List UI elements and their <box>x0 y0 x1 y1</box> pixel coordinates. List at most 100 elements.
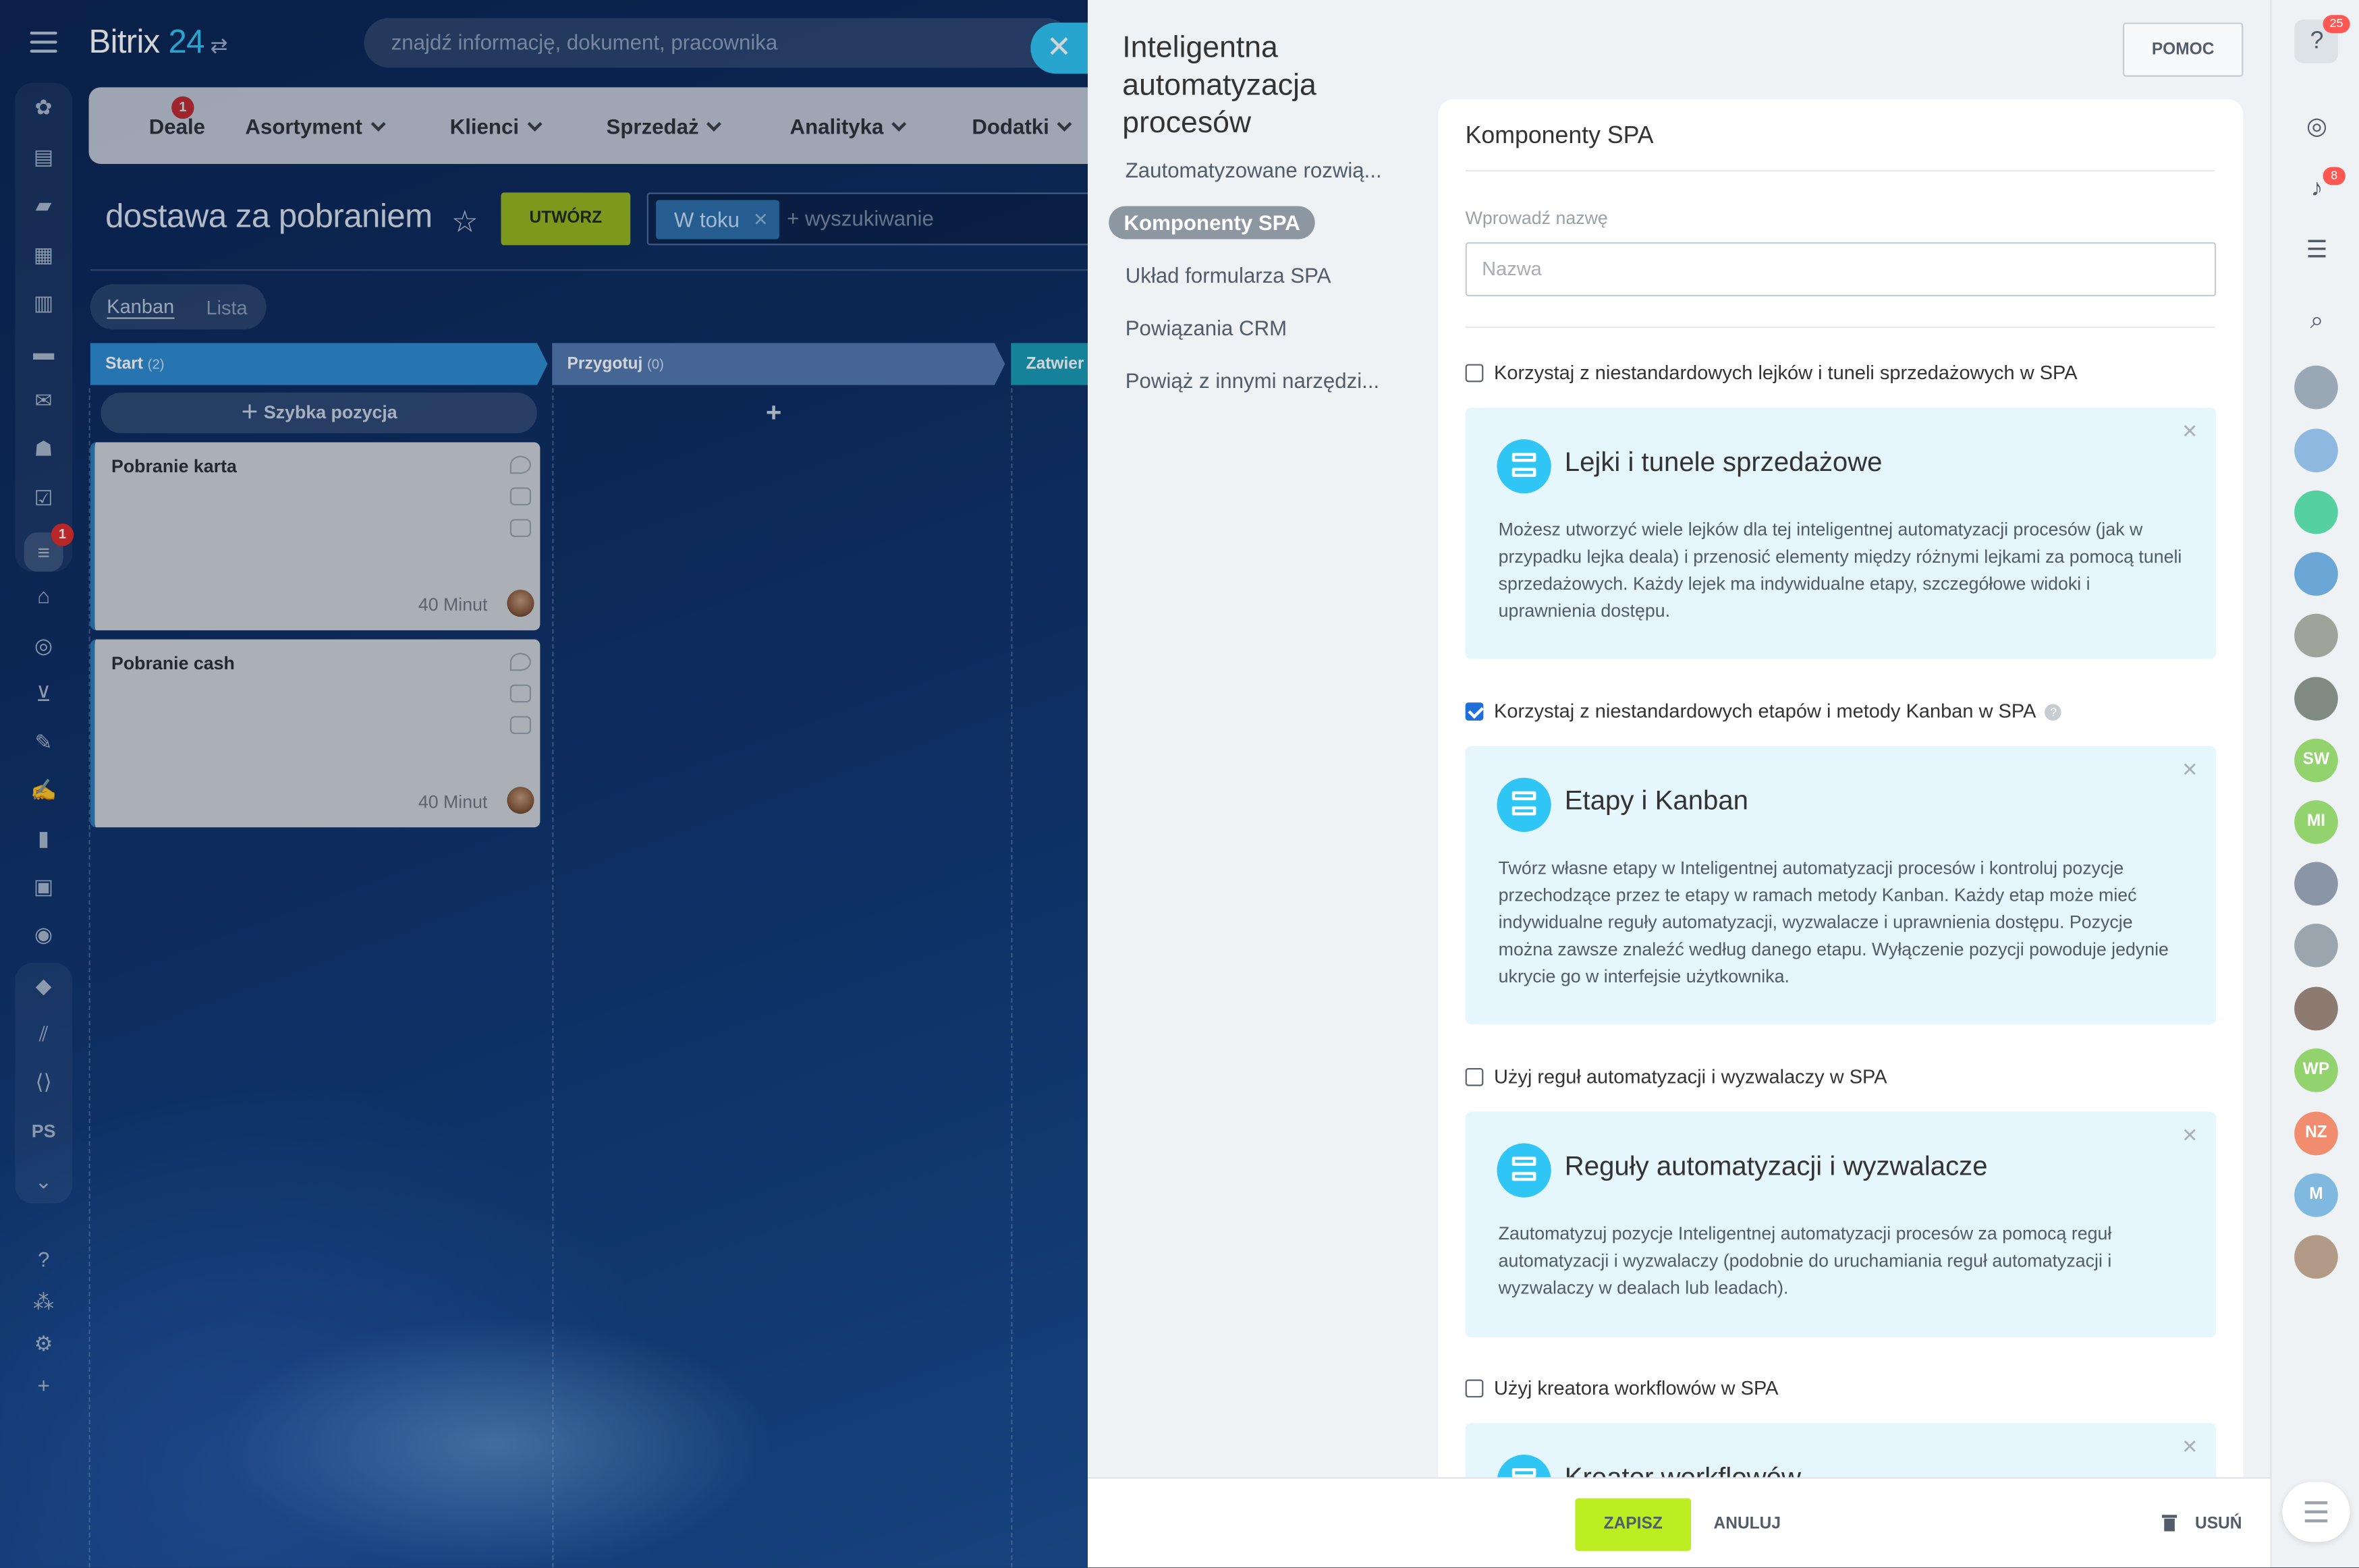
delete-button[interactable]: USUŃ <box>2195 1515 2242 1533</box>
chat-icon[interactable]: ▰ <box>30 191 57 218</box>
close-icon[interactable]: ✕ <box>2182 1124 2198 1148</box>
mail-icon[interactable]: ✉ <box>30 387 57 414</box>
phone-icon[interactable] <box>509 455 532 474</box>
kanban-card[interactable]: Pobranie cash 40 Minut <box>90 639 540 828</box>
menu-item-dodatki[interactable]: Dodatki <box>972 114 1073 138</box>
sitemap-icon[interactable]: ⁂ <box>30 1288 57 1315</box>
workflow-checkbox[interactable] <box>1465 1379 1484 1398</box>
market-icon[interactable]: ⫽ <box>30 1020 57 1047</box>
funnels-checkbox[interactable] <box>1465 364 1484 383</box>
avatar[interactable] <box>2294 677 2338 721</box>
feed-icon[interactable]: ✿ <box>30 93 57 120</box>
filter-search-input[interactable]: W toku ✕ + wyszukiwanie <box>646 192 1088 246</box>
close-icon[interactable]: ✕ <box>2182 420 2198 444</box>
box-icon[interactable]: ◆ <box>30 972 57 999</box>
avatar-m[interactable]: M <box>2294 1173 2338 1217</box>
nav-item-automated[interactable]: Zautomatyzowane rozwią... <box>1126 158 1382 182</box>
column-header-zatwier[interactable]: Zatwier <box>1011 343 1084 385</box>
trash-icon[interactable] <box>2161 1513 2177 1532</box>
target-icon[interactable]: ◎ <box>2302 113 2332 143</box>
avatar[interactable] <box>2294 428 2338 473</box>
close-icon[interactable]: ✕ <box>2182 1435 2198 1459</box>
robot-icon[interactable]: ◉ <box>30 921 57 948</box>
settings-icon[interactable]: ⚙ <box>30 1330 57 1357</box>
add-icon[interactable]: + <box>30 1372 57 1399</box>
code-icon[interactable]: ⟨⟩ <box>30 1068 57 1095</box>
stages-checkbox[interactable] <box>1465 702 1484 721</box>
shop-icon[interactable]: ⌂ <box>30 582 57 609</box>
comment-icon[interactable] <box>509 716 532 735</box>
global-search-input[interactable]: znajdź informację, dokument, pracownika <box>364 18 1072 68</box>
help-button[interactable]: POMOC <box>2122 22 2244 77</box>
group-icon[interactable]: ☗ <box>30 435 57 461</box>
automation-checkbox[interactable] <box>1465 1068 1484 1086</box>
quick-add-button[interactable]: ＋ Szybka pozycja <box>101 392 537 434</box>
nav-item-spa-components[interactable]: Komponenty SPA <box>1109 206 1316 240</box>
avatar[interactable] <box>2294 365 2338 410</box>
filter-tag[interactable]: W toku ✕ <box>656 200 779 240</box>
stages-label[interactable]: Korzystaj z niestandardowych etapów i me… <box>1494 700 2062 722</box>
edit-icon[interactable]: ✎ <box>30 728 57 755</box>
chart-icon[interactable]: ▮ <box>30 824 57 851</box>
mail-icon[interactable] <box>509 487 532 506</box>
nav-item-crm-links[interactable]: Powiązania CRM <box>1126 316 1287 340</box>
avatar[interactable] <box>2294 613 2338 658</box>
sign-icon[interactable]: ✍ <box>30 776 57 803</box>
avatar[interactable] <box>2294 862 2338 906</box>
ps-icon[interactable]: PS <box>30 1118 57 1145</box>
workflow-label[interactable]: Użyj kreatora workflowów w SPA <box>1494 1376 1778 1399</box>
chat-icon[interactable]: ☰ <box>2302 236 2332 267</box>
nav-item-form-layout[interactable]: Układ formularza SPA <box>1126 263 1331 287</box>
app-logo[interactable]: Bitrix 24 ⇄ <box>89 22 228 61</box>
column-header-przygotuj[interactable]: Przygotuj (0) <box>552 343 664 385</box>
column-header-start[interactable]: Start (2) <box>90 343 165 385</box>
add-item-icon[interactable]: + <box>766 397 781 429</box>
avatar[interactable] <box>507 590 534 617</box>
document-icon[interactable]: ▥ <box>30 289 57 316</box>
avatar[interactable] <box>2294 986 2338 1031</box>
phone-icon[interactable] <box>509 652 532 671</box>
view-kanban-tab[interactable]: Kanban <box>107 296 175 319</box>
name-input[interactable]: Nazwa <box>1465 242 2217 297</box>
menu-item-asortyment[interactable]: Asortyment <box>245 114 386 138</box>
avatar[interactable] <box>2294 1235 2338 1279</box>
mail-icon[interactable] <box>509 684 532 703</box>
cart-icon[interactable]: ⊻ <box>30 680 57 707</box>
view-list-tab[interactable]: Lista <box>206 296 247 318</box>
nav-item-other-tools[interactable]: Powiąż z innymi narzędzi... <box>1126 368 1379 393</box>
menu-item-klienci[interactable]: Klienci <box>450 114 543 138</box>
save-button[interactable]: ZAPISZ <box>1575 1498 1692 1551</box>
avatar[interactable] <box>2294 490 2338 534</box>
checkbox-icon[interactable]: ☑ <box>30 484 57 511</box>
avatar-sw[interactable]: SW <box>2294 738 2338 783</box>
chevron-down-icon[interactable]: ⌄ <box>30 1167 57 1194</box>
card-title[interactable]: Pobranie cash <box>111 653 235 674</box>
avatar-wp[interactable]: WP <box>2294 1048 2338 1092</box>
avatar[interactable] <box>2294 552 2338 596</box>
avatar[interactable] <box>507 787 534 814</box>
target-icon[interactable]: ◎ <box>30 632 57 659</box>
card-title[interactable]: Pobranie karta <box>111 456 237 477</box>
avatar[interactable] <box>2294 923 2338 968</box>
menu-item-sprzedaz[interactable]: Sprzedaż <box>607 114 723 138</box>
comment-icon[interactable] <box>509 519 532 537</box>
contact-card-icon[interactable]: ▣ <box>30 872 57 899</box>
avatar-mi[interactable]: MI <box>2294 800 2338 844</box>
star-icon[interactable]: ☆ <box>451 203 478 241</box>
drive-icon[interactable]: ▬ <box>30 339 57 366</box>
menu-item-analityka[interactable]: Analityka <box>790 114 907 138</box>
funnels-label[interactable]: Korzystaj z niestandardowych lejków i tu… <box>1494 361 2078 383</box>
kanban-card[interactable]: Pobranie karta 40 Minut <box>90 442 540 631</box>
cancel-button[interactable]: ANULUJ <box>1714 1515 1781 1533</box>
close-icon[interactable]: ✕ <box>2182 758 2198 783</box>
help-icon[interactable]: ? <box>30 1245 57 1272</box>
list-icon[interactable] <box>2282 1482 2350 1542</box>
search-icon[interactable]: ⌕ <box>2302 307 2332 337</box>
calendar-icon[interactable]: ▦ <box>30 241 57 268</box>
automation-label[interactable]: Użyj reguł automatyzacji i wyzwalaczy w … <box>1494 1065 1887 1088</box>
menu-icon[interactable] <box>30 31 57 53</box>
menu-item-deale[interactable]: Deale <box>149 114 205 138</box>
avatar-nz[interactable]: NZ <box>2294 1111 2338 1156</box>
crm-icon[interactable]: ≡ <box>24 532 63 572</box>
close-icon[interactable]: ✕ <box>1030 22 1088 74</box>
